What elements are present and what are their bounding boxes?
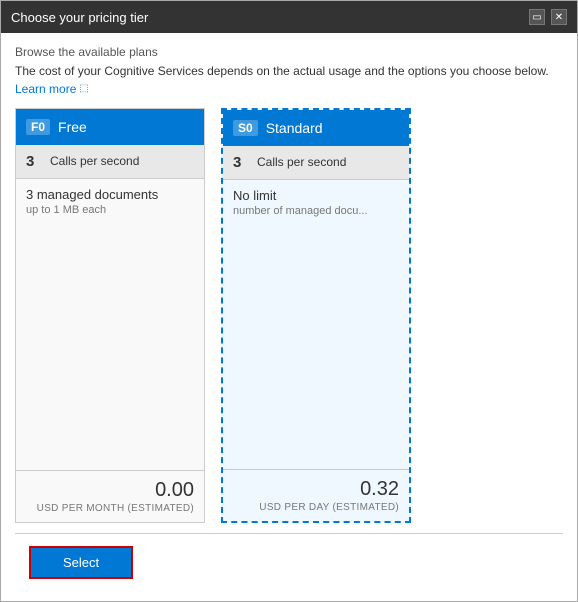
- restore-button[interactable]: ▭: [529, 9, 545, 25]
- tier-card-s0[interactable]: S0 Standard 3 Calls per second No limit …: [221, 108, 411, 523]
- close-button[interactable]: ✕: [551, 9, 567, 25]
- tier-price-f0: 0.00: [26, 479, 194, 502]
- tier-price-area-f0: 0.00 USD PER MONTH (ESTIMATED): [16, 470, 204, 522]
- window-controls: ▭ ✕: [529, 9, 567, 25]
- tier-header-s0: S0 Standard: [223, 110, 409, 146]
- learn-more-link[interactable]: Learn more ⬚: [15, 82, 563, 96]
- bottom-bar: Select: [15, 533, 563, 591]
- window-title: Choose your pricing tier: [11, 10, 148, 25]
- description-text: The cost of your Cognitive Services depe…: [15, 63, 563, 80]
- tier-badge-f0: F0: [26, 119, 50, 135]
- learn-more-label: Learn more: [15, 82, 76, 96]
- tier-header-f0: F0 Free: [16, 109, 204, 145]
- select-button[interactable]: Select: [29, 546, 133, 579]
- tier-badge-s0: S0: [233, 120, 258, 136]
- content-area: Browse the available plans The cost of y…: [1, 33, 577, 601]
- tier-detail-s0: No limit number of managed docu...: [223, 180, 409, 469]
- tier-price-area-s0: 0.32 USD PER DAY (ESTIMATED): [223, 469, 409, 521]
- tiers-container: F0 Free 3 Calls per second 3 managed doc…: [15, 108, 563, 523]
- tier-detail-main-s0: No limit: [233, 188, 399, 203]
- tier-feature-number-s0: 3: [233, 154, 249, 171]
- tier-feature-label-f0: Calls per second: [50, 154, 139, 168]
- tier-feature-label-s0: Calls per second: [257, 155, 346, 169]
- tier-price-label-s0: USD PER DAY (ESTIMATED): [233, 502, 399, 513]
- tier-detail-f0: 3 managed documents up to 1 MB each: [16, 179, 204, 470]
- tier-price-s0: 0.32: [233, 478, 399, 501]
- tier-feature-number-f0: 3: [26, 153, 42, 170]
- tier-feature-row-s0: 3 Calls per second: [223, 146, 409, 180]
- tier-name-f0: Free: [58, 119, 87, 135]
- pricing-tier-dialog: Choose your pricing tier ▭ ✕ Browse the …: [0, 0, 578, 602]
- tier-name-s0: Standard: [266, 120, 323, 136]
- tier-detail-sub-s0: number of managed docu...: [233, 205, 399, 217]
- external-link-icon: ⬚: [79, 83, 88, 94]
- subtitle: Browse the available plans: [15, 45, 563, 59]
- tier-price-label-f0: USD PER MONTH (ESTIMATED): [26, 503, 194, 514]
- tier-feature-row-f0: 3 Calls per second: [16, 145, 204, 179]
- tier-card-f0[interactable]: F0 Free 3 Calls per second 3 managed doc…: [15, 108, 205, 523]
- tier-detail-main-f0: 3 managed documents: [26, 187, 194, 202]
- tier-detail-sub-f0: up to 1 MB each: [26, 204, 194, 216]
- title-bar: Choose your pricing tier ▭ ✕: [1, 1, 577, 33]
